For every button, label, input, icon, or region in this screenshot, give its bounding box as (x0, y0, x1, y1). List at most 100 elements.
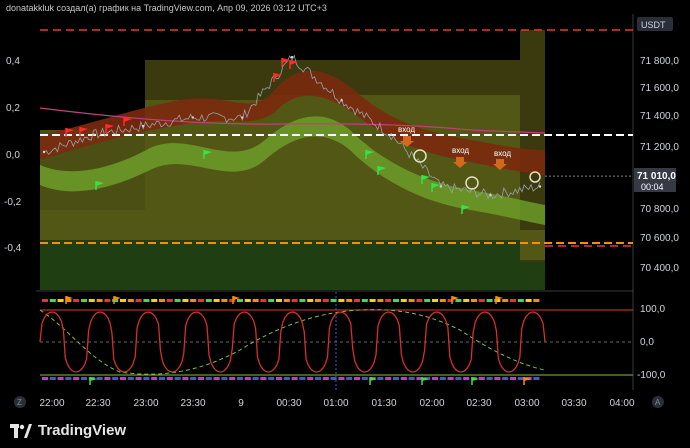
osc-top-bar (88, 299, 95, 302)
time-tick: 04:00 (609, 398, 634, 409)
osc-bottom-bar (151, 377, 158, 380)
osc-bottom-bar (237, 377, 243, 380)
osc-bottom-bar (143, 377, 150, 380)
osc-tick: 0,0 (640, 337, 654, 348)
osc-top-bar (377, 299, 384, 302)
countdown: 00:04 (641, 182, 664, 192)
osc-top-bar (369, 299, 376, 302)
osc-bottom-bar (330, 377, 337, 380)
osc-tick: -100,0 (637, 370, 666, 381)
osc-bottom-bar (463, 377, 470, 380)
osc-top-bar (307, 299, 314, 302)
osc-bottom-bar (221, 377, 228, 380)
osc-bottom-bar (166, 377, 173, 380)
auto-label: A (655, 398, 661, 407)
osc-top-bar (198, 299, 204, 302)
price-tick: 70 400,0 (640, 263, 679, 274)
price-tick: 71 400,0 (640, 111, 679, 122)
time-tick: 23:30 (180, 398, 205, 409)
osc-bottom-bar (447, 377, 454, 380)
left-axis-tick: 0,4 (6, 56, 20, 67)
osc-tick: 100,0 (640, 304, 665, 315)
chart-canvas[interactable]: вход вход вход 0,4 0,2 0,0 -0,2 -0,4 USD… (0, 0, 690, 448)
osc-bottom-bar (299, 377, 306, 380)
osc-top-bar (260, 299, 267, 302)
price-point (538, 185, 542, 188)
osc-top-bar (237, 299, 243, 302)
osc-top-bar (221, 299, 228, 302)
auto-scale-label: Z (17, 398, 22, 407)
osc-bottom-bar (127, 377, 134, 380)
osc-bottom-bar (73, 377, 80, 380)
osc-top-bar (322, 299, 329, 302)
price-point (241, 116, 244, 119)
osc-top-bar (424, 299, 431, 302)
osc-top-bar (471, 299, 477, 302)
osc-top-bar (346, 299, 353, 302)
left-axis-tick: -0,2 (4, 197, 22, 208)
osc-top-bar (49, 299, 56, 302)
osc-bottom-bar (104, 377, 111, 380)
time-tick: 02:00 (419, 398, 444, 409)
osc-bottom-bar (486, 377, 493, 380)
osc-bottom-bar (112, 377, 119, 380)
osc-bottom-bar (283, 377, 290, 380)
tradingview-logo-icon (10, 423, 32, 438)
osc-top-bar (533, 299, 540, 302)
osc-top-bar (159, 299, 165, 302)
price-tick: 71 200,0 (640, 142, 679, 153)
osc-bottom-bar (42, 377, 48, 380)
left-axis: 0,4 0,2 0,0 -0,2 -0,4 (4, 56, 22, 254)
osc-bottom-bar (408, 377, 415, 380)
osc-top-bar (182, 299, 189, 302)
price-tick: 70 600,0 (640, 233, 679, 244)
osc-top-bar (385, 299, 392, 302)
osc-bottom-bar (393, 377, 399, 380)
osc-top-bar (57, 299, 64, 302)
osc-bottom-bar (432, 377, 438, 380)
left-axis-tick: 0,0 (6, 150, 20, 161)
osc-bottom-bar (252, 377, 259, 380)
osc-bottom-bar (65, 377, 72, 380)
price-point (191, 116, 194, 119)
time-axis: 22:00 22:30 23:00 23:30 9 00:30 01:00 01:30 02:0… (39, 398, 634, 409)
price-tick: 70 800,0 (640, 204, 679, 215)
osc-top-bar (408, 299, 415, 302)
osc-bottom-bar (494, 377, 501, 380)
osc-top-bar (354, 299, 360, 302)
osc-top-bar (517, 299, 524, 302)
osc-top-bar (455, 299, 462, 302)
osc-top-bar (190, 299, 197, 302)
osc-top-bar (151, 299, 158, 302)
osc-bottom-bar (291, 377, 298, 380)
osc-bottom-bar (354, 377, 360, 380)
osc-bottom-bar (268, 377, 275, 380)
osc-top-bar (104, 299, 111, 302)
osc-bottom-bar (198, 377, 204, 380)
price-point (42, 150, 46, 154)
osc-bottom-bar (213, 377, 220, 380)
time-tick: 00:30 (276, 398, 301, 409)
price-point (142, 124, 145, 128)
osc-bottom-bar (276, 377, 282, 380)
time-tick: 01:00 (323, 398, 348, 409)
osc-top-bar (244, 299, 251, 302)
osc-top-bar (315, 299, 321, 302)
currency-label: USDT (641, 20, 666, 30)
osc-bottom-bar (385, 377, 392, 380)
osc-bottom-bar (533, 377, 540, 380)
osc-bottom-bar (120, 377, 126, 380)
time-tick: 03:00 (514, 398, 539, 409)
osc-top-bar (478, 299, 485, 302)
osc-bottom-bar (455, 377, 462, 380)
entry-label: вход (452, 146, 469, 155)
osc-bottom-bar (81, 377, 87, 380)
osc-bottom-bar (260, 377, 267, 380)
osc-top-bar (96, 299, 103, 302)
osc-top-bar (120, 299, 126, 302)
osc-bottom-bar (510, 377, 516, 380)
osc-top-bar (42, 299, 48, 302)
left-axis-tick: -0,4 (4, 243, 22, 254)
osc-top-bar (439, 299, 446, 302)
price-tick: 71 600,0 (640, 83, 679, 94)
